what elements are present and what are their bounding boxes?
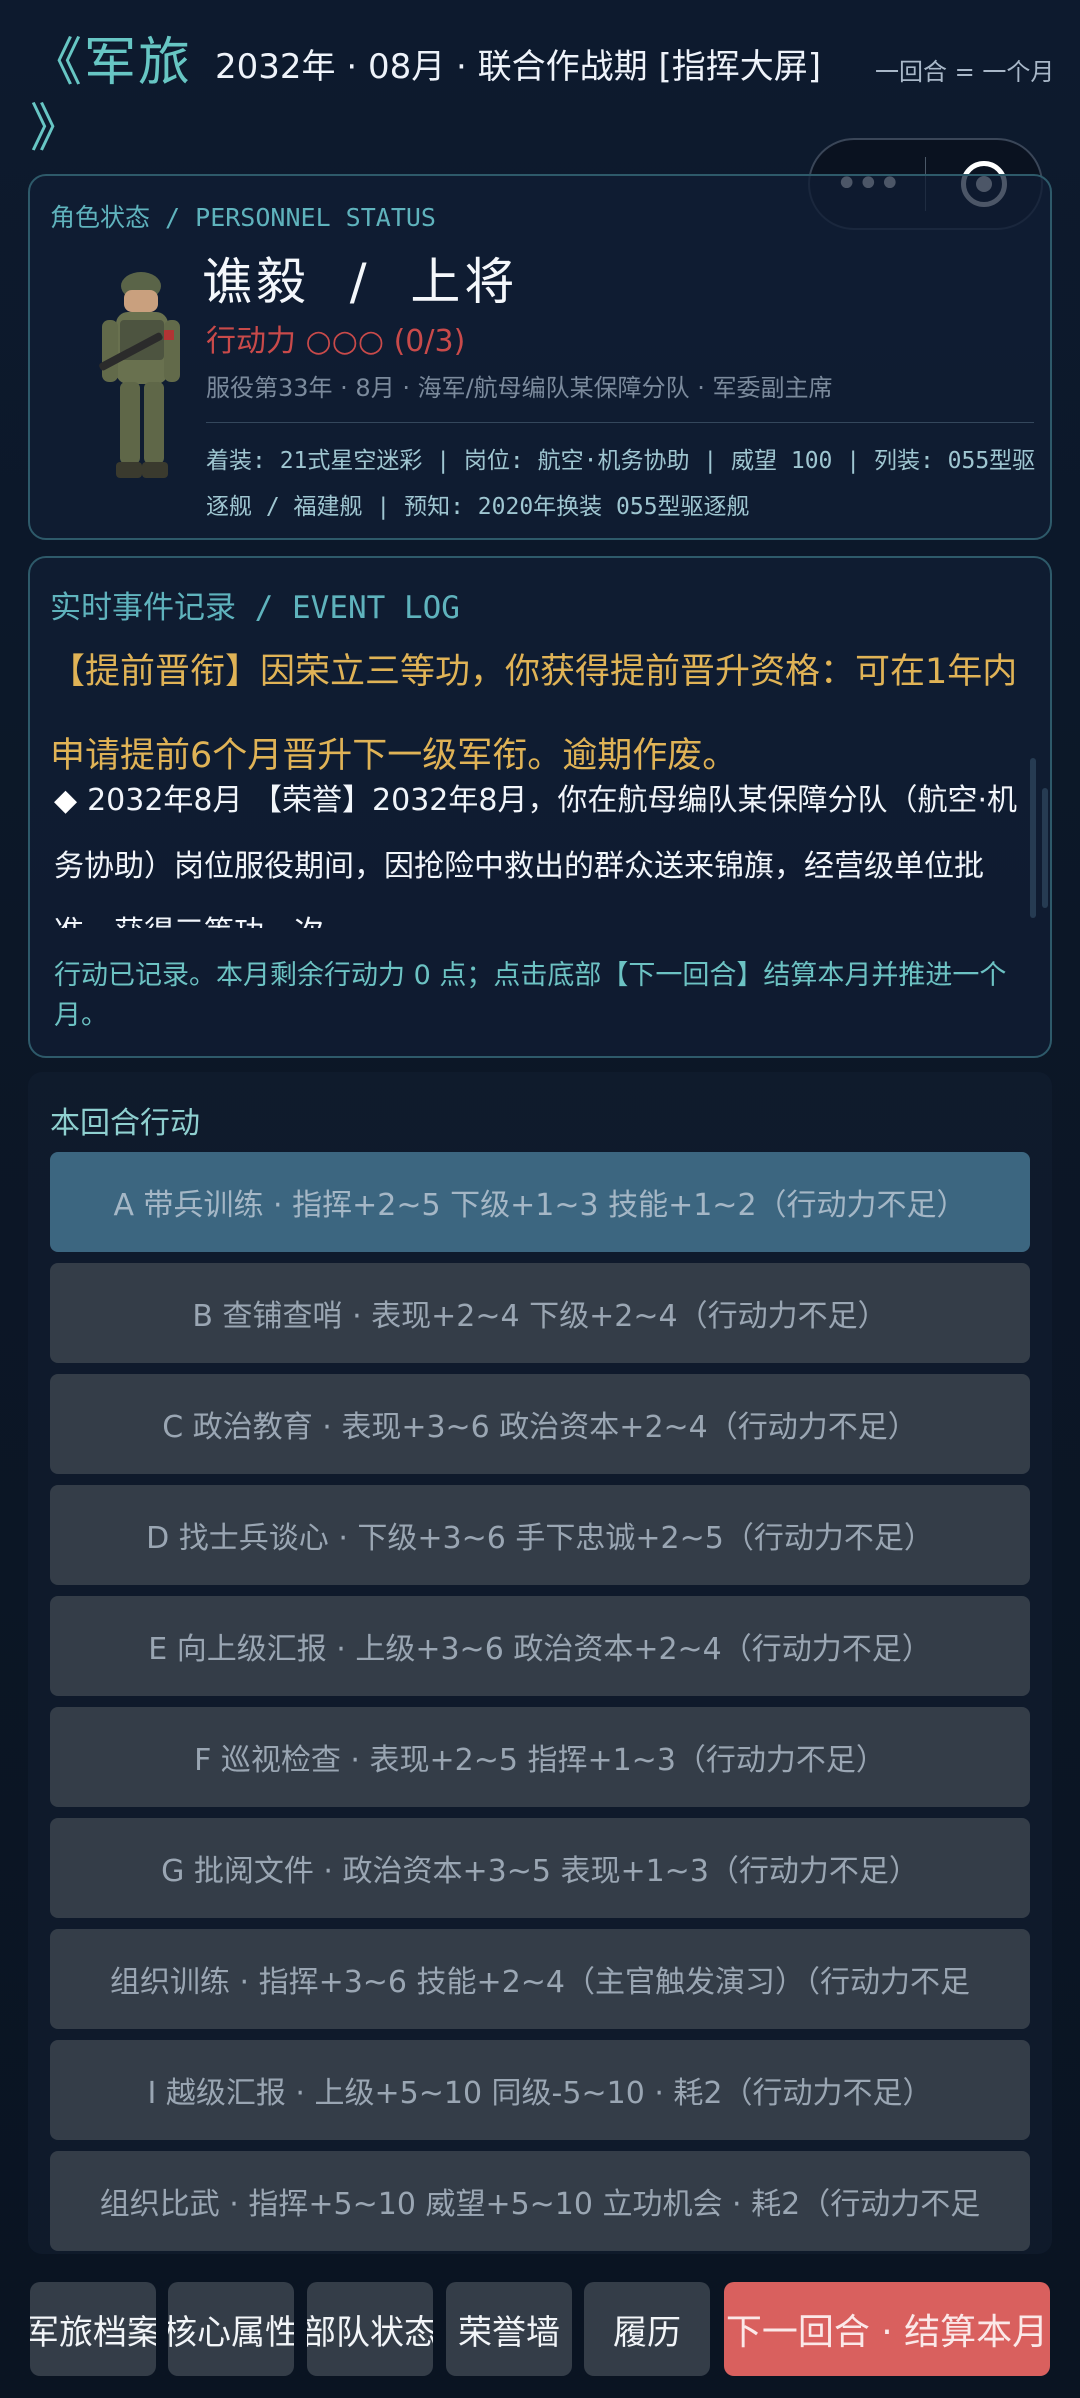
tab-resume[interactable]: 履历	[584, 2282, 710, 2376]
event-entry-text: 2032年8月 【荣誉】2032年8月，你在航母编队某保障分队（航空·机务协助）…	[54, 783, 1018, 928]
action-option-b[interactable]: B 查铺查哨 · 表现+2~4 下级+2~4（行动力不足）	[50, 1263, 1030, 1363]
bottom-tab-bar: 军旅档案 核心属性 部队状态 荣誉墙 履历 下一回合 · 结算本月	[0, 2282, 1080, 2378]
tab-honor-wall[interactable]: 荣誉墙	[446, 2282, 572, 2376]
title-line-1: 《军旅	[30, 33, 193, 93]
event-footer-note: 行动已记录。本月剩余行动力 0 点；点击底部【下一回合】结算本月并推进一个月。	[54, 960, 1007, 1031]
game-screen: 《军旅 》 2032年 · 08月 · 联合作战期 [指挥大屏] 一回合 = 一…	[0, 0, 1080, 2398]
action-option-a[interactable]: A 带兵训练 · 指挥+2~5 下级+1~3 技能+1~2（行动力不足）	[50, 1152, 1030, 1252]
title-line-2: 》	[30, 99, 85, 159]
action-option-i[interactable]: I 越级汇报 · 上级+5~10 同级-5~10 · 耗2（行动力不足）	[50, 2040, 1030, 2140]
action-option-f[interactable]: F 巡视检查 · 表现+2~5 指挥+1~3（行动力不足）	[50, 1707, 1030, 1807]
scrollbar-track[interactable]	[1030, 758, 1036, 918]
status-panel-label: 角色状态 / PERSONNEL STATUS	[50, 203, 436, 232]
tab-unit-status[interactable]: 部队状态	[307, 2282, 433, 2376]
equipment-details: 着装: 21式星空迷彩 | 岗位: 航空·机务协助 | 威望 100 | 列装:…	[206, 448, 1036, 520]
soldier-avatar-icon	[99, 272, 180, 478]
tab-archive[interactable]: 军旅档案	[30, 2282, 156, 2376]
personnel-status-panel: 角色状态 / PERSONNEL STATUS 谯毅 / 上将 行动力 ○○○ …	[28, 174, 1052, 540]
action-option-g[interactable]: G 批阅文件 · 政治资本+3~5 表现+1~3（行动力不足）	[50, 1818, 1030, 1918]
action-option-h[interactable]: 组织训练 · 指挥+3~6 技能+2~4（主官触发演习）（行动力不足	[50, 1929, 1030, 2029]
next-turn-button[interactable]: 下一回合 · 结算本月	[724, 2282, 1050, 2376]
game-title: 《军旅 》	[30, 30, 192, 162]
action-option-d[interactable]: D 找士兵谈心 · 下级+3~6 手下忠诚+2~5（行动力不足）	[50, 1485, 1030, 1585]
character-name-rank: 谯毅 / 上将	[202, 253, 519, 311]
actions-title: 本回合行动	[50, 1106, 200, 1141]
event-entry: ◆ 2032年8月 【荣誉】2032年8月，你在航母编队某保障分队（航空·机务协助…	[54, 768, 1038, 928]
diamond-bullet-icon: ◆	[54, 783, 78, 818]
event-log-label: 实时事件记录 / EVENT LOG	[50, 590, 460, 626]
turn-actions-panel: 本回合行动 A 带兵训练 · 指挥+2~5 下级+1~3 技能+1~2（行动力不…	[28, 1072, 1052, 2254]
status-divider	[206, 422, 1034, 423]
tab-attributes[interactable]: 核心属性	[168, 2282, 294, 2376]
action-option-c[interactable]: C 政治教育 · 表现+3~6 政治资本+2~4（行动力不足）	[50, 1374, 1030, 1474]
date-phase-line: 2032年 · 08月 · 联合作战期 [指挥大屏]	[215, 47, 821, 87]
action-option-e[interactable]: E 向上级汇报 · 上级+3~6 政治资本+2~4（行动力不足）	[50, 1596, 1030, 1696]
service-info: 服役第33年 · 8月 · 海军/航母编队某保障分队 · 军委副主席	[206, 374, 833, 402]
event-log-panel[interactable]: 实时事件记录 / EVENT LOG 【提前晋衔】因荣立三等功，你获得提前晋升资…	[28, 556, 1052, 1058]
turn-note: 一回合 = 一个月	[875, 58, 1055, 86]
scrollbar-track-secondary	[1042, 788, 1048, 908]
action-points: 行动力 ○○○ (0/3)	[206, 324, 466, 359]
action-option-j[interactable]: 组织比武 · 指挥+5~10 威望+5~10 立功机会 · 耗2（行动力不足	[50, 2151, 1030, 2251]
